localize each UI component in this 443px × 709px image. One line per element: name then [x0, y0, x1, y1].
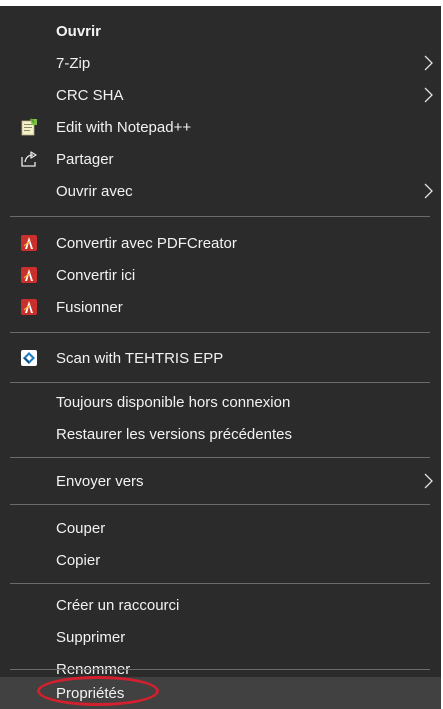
chevron-right-icon — [424, 473, 433, 489]
menu-item-label: Fusionner — [56, 298, 123, 316]
menu-item-ouvrir-avec[interactable]: Ouvrir avec — [0, 175, 441, 207]
menu-item-copier[interactable]: Copier — [0, 544, 441, 576]
menu-item-label: Ouvrir avec — [56, 182, 133, 200]
menu-separator — [10, 382, 430, 383]
share-icon — [21, 151, 37, 167]
menu-item-label: Restaurer les versions précédentes — [56, 425, 292, 443]
menu-item-convertir-ici[interactable]: Convertir ici — [0, 259, 441, 291]
menu-item-7zip[interactable]: 7-Zip — [0, 47, 441, 79]
menu-item-edit-notepad[interactable]: Edit with Notepad++ — [0, 111, 441, 143]
menu-item-label: Supprimer — [56, 628, 126, 646]
menu-item-label: Toujours disponible hors connexion — [56, 393, 291, 411]
menu-item-supprimer[interactable]: Supprimer — [0, 621, 441, 653]
pdfcreator-icon — [21, 235, 37, 251]
menu-item-label: Envoyer vers — [56, 472, 144, 490]
menu-item-label: CRC SHA — [56, 86, 124, 104]
menu-item-proprietes[interactable]: Propriétés — [0, 677, 441, 709]
menu-item-restaurer-versions[interactable]: Restaurer les versions précédentes — [0, 418, 441, 450]
pdfcreator-icon — [21, 267, 37, 283]
menu-item-ouvrir[interactable]: Ouvrir — [0, 15, 441, 47]
menu-separator — [10, 583, 430, 584]
tehtris-icon — [21, 350, 37, 366]
menu-item-label: Couper — [56, 519, 106, 537]
menu-item-scan-tehtris[interactable]: Scan with TEHTRIS EPP — [0, 342, 441, 374]
menu-item-creer-raccourci[interactable]: Créer un raccourci — [0, 589, 441, 621]
chevron-right-icon — [424, 87, 433, 103]
menu-item-label: Copier — [56, 551, 101, 569]
menu-item-convertir-pdfcreator[interactable]: Convertir avec PDFCreator — [0, 227, 441, 259]
menu-separator — [10, 332, 430, 333]
menu-separator — [10, 457, 430, 458]
menu-separator — [10, 669, 430, 670]
menu-item-couper[interactable]: Couper — [0, 512, 441, 544]
menu-item-label: Edit with Notepad++ — [56, 118, 192, 136]
menu-item-partager[interactable]: Partager — [0, 143, 441, 175]
notepad-plus-plus-icon — [21, 118, 37, 136]
menu-item-label: Convertir avec PDFCreator — [56, 234, 237, 252]
menu-item-toujours-disponible[interactable]: Toujours disponible hors connexion — [0, 386, 441, 418]
menu-item-label: Propriétés — [56, 684, 125, 702]
menu-item-label: Ouvrir — [56, 22, 102, 40]
menu-item-label: Scan with TEHTRIS EPP — [56, 349, 224, 367]
context-menu: Ouvrir 7-Zip CRC SHA Edit with Notepad++… — [0, 6, 441, 709]
chevron-right-icon — [424, 183, 433, 199]
menu-item-label: Créer un raccourci — [56, 596, 180, 614]
menu-item-fusionner[interactable]: Fusionner — [0, 291, 441, 323]
menu-item-label: 7-Zip — [56, 54, 91, 72]
menu-item-crc-sha[interactable]: CRC SHA — [0, 79, 441, 111]
menu-item-label: Partager — [56, 150, 114, 168]
pdfcreator-icon — [21, 299, 37, 315]
menu-separator — [10, 216, 430, 217]
menu-separator — [10, 504, 430, 505]
menu-item-envoyer-vers[interactable]: Envoyer vers — [0, 465, 441, 497]
menu-item-label: Convertir ici — [56, 266, 136, 284]
chevron-right-icon — [424, 55, 433, 71]
